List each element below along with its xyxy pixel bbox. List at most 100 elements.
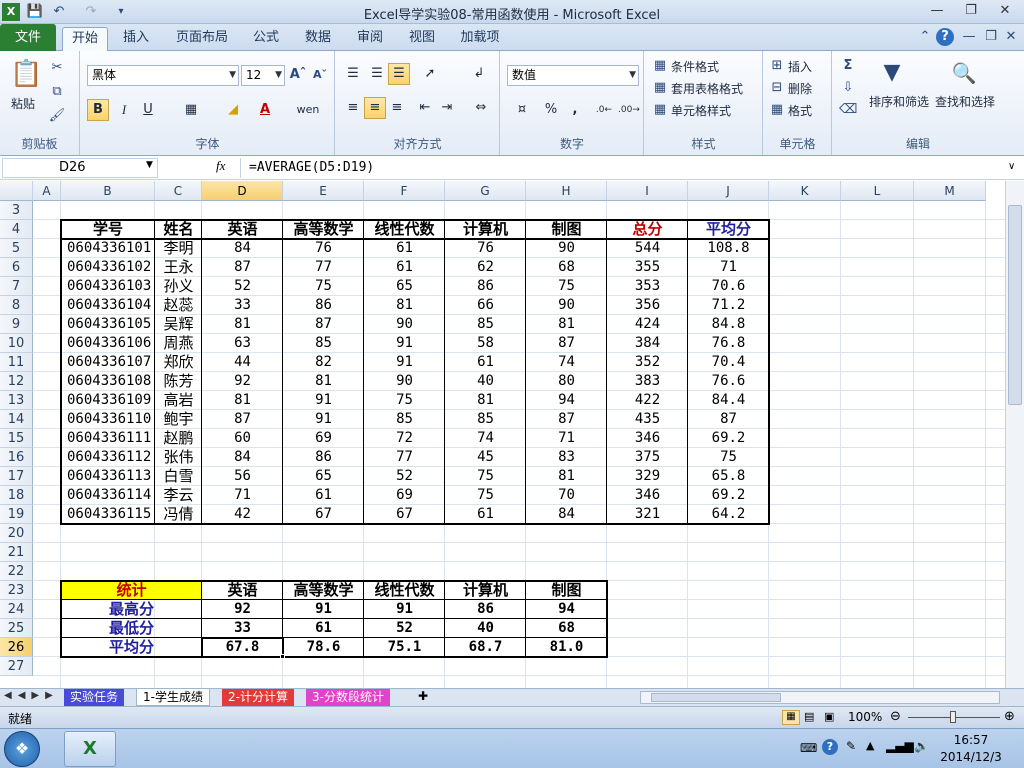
tab-insert[interactable]: 插入 xyxy=(116,27,156,51)
row-header-25[interactable]: 25 xyxy=(0,619,33,638)
show-hidden-icon[interactable]: ▲ xyxy=(866,739,874,752)
delete-cells-button[interactable]: 删除 xyxy=(788,80,812,97)
row-header-20[interactable]: 20 xyxy=(0,524,33,543)
clock-date[interactable]: 2014/12/3 xyxy=(940,750,1002,764)
clear-icon[interactable]: ⌫ xyxy=(839,101,857,119)
row-header-16[interactable]: 16 xyxy=(0,448,33,467)
phonetic-icon[interactable]: wen xyxy=(295,99,321,121)
shrink-font-icon[interactable]: Aˇ xyxy=(311,66,329,84)
chevron-down-icon[interactable]: ▼ xyxy=(146,160,153,170)
orientation-icon[interactable]: ➚ xyxy=(416,63,444,85)
accounting-format-icon[interactable]: ¤ xyxy=(507,99,537,121)
volume-icon[interactable]: 🔈 xyxy=(914,739,929,753)
clock-time[interactable]: 16:57 xyxy=(940,733,1002,747)
column-header-D[interactable]: D xyxy=(202,181,283,201)
column-header-J[interactable]: J xyxy=(688,181,769,201)
column-header-L[interactable]: L xyxy=(841,181,914,201)
row-header-18[interactable]: 18 xyxy=(0,486,33,505)
insert-cells-button[interactable]: 插入 xyxy=(788,58,812,75)
formula-input[interactable]: =AVERAGE(D5:D19) xyxy=(240,158,1004,178)
decrease-decimal-icon[interactable]: .00→ xyxy=(617,99,640,121)
column-header-C[interactable]: C xyxy=(155,181,202,201)
hscroll-thumb[interactable] xyxy=(651,693,781,702)
tab-data[interactable]: 数据 xyxy=(298,27,338,51)
tab-formulas[interactable]: 公式 xyxy=(246,27,286,51)
sheet-nav-arrows-icon[interactable]: ◀◀▶▶ xyxy=(4,690,59,701)
tab-page-layout[interactable]: 页面布局 xyxy=(170,27,234,51)
row-header-9[interactable]: 9 xyxy=(0,315,33,334)
fill-handle[interactable] xyxy=(280,654,285,659)
start-button-icon[interactable]: ❖ xyxy=(4,731,40,767)
italic-button[interactable]: I xyxy=(113,99,135,121)
insert-function-icon[interactable]: fx xyxy=(216,158,225,174)
paste-icon[interactable]: 📋 xyxy=(10,57,42,91)
format-as-table-button[interactable]: 套用表格格式 xyxy=(671,80,743,97)
worksheet-grid[interactable]: A B C D E F G H I J K L M 3 4 5 6 7 8 9 10 11 12 13 14 15 16 17 18 19… xyxy=(0,181,1005,688)
align-middle-icon[interactable]: ☰ xyxy=(366,63,388,85)
row-header-22[interactable]: 22 xyxy=(0,562,33,581)
sheet-tab-task[interactable]: 实验任务 xyxy=(64,689,125,706)
column-header-K[interactable]: K xyxy=(769,181,841,201)
percent-style-icon[interactable]: % xyxy=(541,99,561,121)
column-header-B[interactable]: B xyxy=(61,181,155,201)
page-break-view-icon[interactable]: ▣ xyxy=(824,710,834,723)
column-header-G[interactable]: G xyxy=(445,181,526,201)
column-header-M[interactable]: M xyxy=(914,181,986,201)
row-header-27[interactable]: 27 xyxy=(0,657,33,676)
row-header-11[interactable]: 11 xyxy=(0,353,33,372)
zoom-out-icon[interactable]: ⊖ xyxy=(890,709,901,724)
tab-file[interactable]: 文件 xyxy=(0,24,56,51)
zoom-slider-handle[interactable] xyxy=(950,711,956,723)
page-layout-view-icon[interactable]: ▤ xyxy=(804,710,814,723)
row-header-26[interactable]: 26 xyxy=(0,638,33,657)
font-color-icon[interactable]: A xyxy=(253,99,277,121)
ime-icon[interactable]: ✎ xyxy=(846,739,856,753)
fill-color-icon[interactable]: ◢ xyxy=(219,99,247,121)
row-header-19[interactable]: 19 xyxy=(0,505,33,524)
format-cells-button[interactable]: 格式 xyxy=(788,102,812,119)
font-name-select[interactable]: 黑体 ▼ xyxy=(87,65,239,86)
tray-help-icon[interactable]: ? xyxy=(822,739,838,755)
column-header-A[interactable]: A xyxy=(33,181,61,201)
row-header-7[interactable]: 7 xyxy=(0,277,33,296)
grow-font-icon[interactable]: Aˆ xyxy=(289,66,307,84)
align-bottom-icon[interactable]: ☰ xyxy=(388,63,410,85)
borders-icon[interactable]: ▦ xyxy=(177,99,205,121)
copy-icon[interactable]: ⧉ xyxy=(48,83,66,101)
conditional-format-button[interactable]: 条件格式 xyxy=(671,58,719,75)
sheet-tab-bands[interactable]: 3-分数段统计 xyxy=(306,689,390,706)
row-header-13[interactable]: 13 xyxy=(0,391,33,410)
restore-icon[interactable]: ❐ xyxy=(958,2,984,20)
row-header-24[interactable]: 24 xyxy=(0,600,33,619)
normal-view-icon[interactable]: ▦ xyxy=(782,710,800,725)
column-header-I[interactable]: I xyxy=(607,181,688,201)
align-left-icon[interactable]: ≡ xyxy=(342,97,364,119)
row-header-23[interactable]: 23 xyxy=(0,581,33,600)
row-header-4[interactable]: 4 xyxy=(0,220,33,239)
select-all-corner[interactable] xyxy=(0,181,33,201)
zoom-level[interactable]: 100% xyxy=(848,710,882,724)
increase-indent-icon[interactable]: ⇥ xyxy=(436,97,458,119)
row-header-8[interactable]: 8 xyxy=(0,296,33,315)
align-top-icon[interactable]: ☰ xyxy=(342,63,364,85)
new-sheet-icon[interactable]: ✚ xyxy=(418,689,428,703)
vertical-scrollbar[interactable] xyxy=(1005,181,1024,688)
tab-view[interactable]: 视图 xyxy=(402,27,442,51)
column-header-F[interactable]: F xyxy=(364,181,445,201)
align-right-icon[interactable]: ≡ xyxy=(386,97,408,119)
autosum-icon[interactable]: Σ xyxy=(839,57,857,75)
find-select-button[interactable]: 查找和选择 xyxy=(935,93,995,110)
paste-button[interactable]: 粘贴 xyxy=(11,95,35,112)
increase-decimal-icon[interactable]: .0← xyxy=(593,99,615,121)
zoom-in-icon[interactable]: ⊕ xyxy=(1004,709,1015,724)
tab-addins[interactable]: 加载项 xyxy=(454,27,506,51)
name-box[interactable]: D26 xyxy=(2,158,158,178)
cut-icon[interactable]: ✂ xyxy=(48,59,66,77)
comma-style-icon[interactable]: , xyxy=(565,99,585,121)
column-header-H[interactable]: H xyxy=(526,181,607,201)
excel-taskbar-icon[interactable]: X xyxy=(64,731,116,767)
row-header-12[interactable]: 12 xyxy=(0,372,33,391)
cell-styles-button[interactable]: 单元格样式 xyxy=(671,102,731,119)
decrease-indent-icon[interactable]: ⇤ xyxy=(414,97,436,119)
horizontal-scrollbar[interactable] xyxy=(640,691,1000,704)
